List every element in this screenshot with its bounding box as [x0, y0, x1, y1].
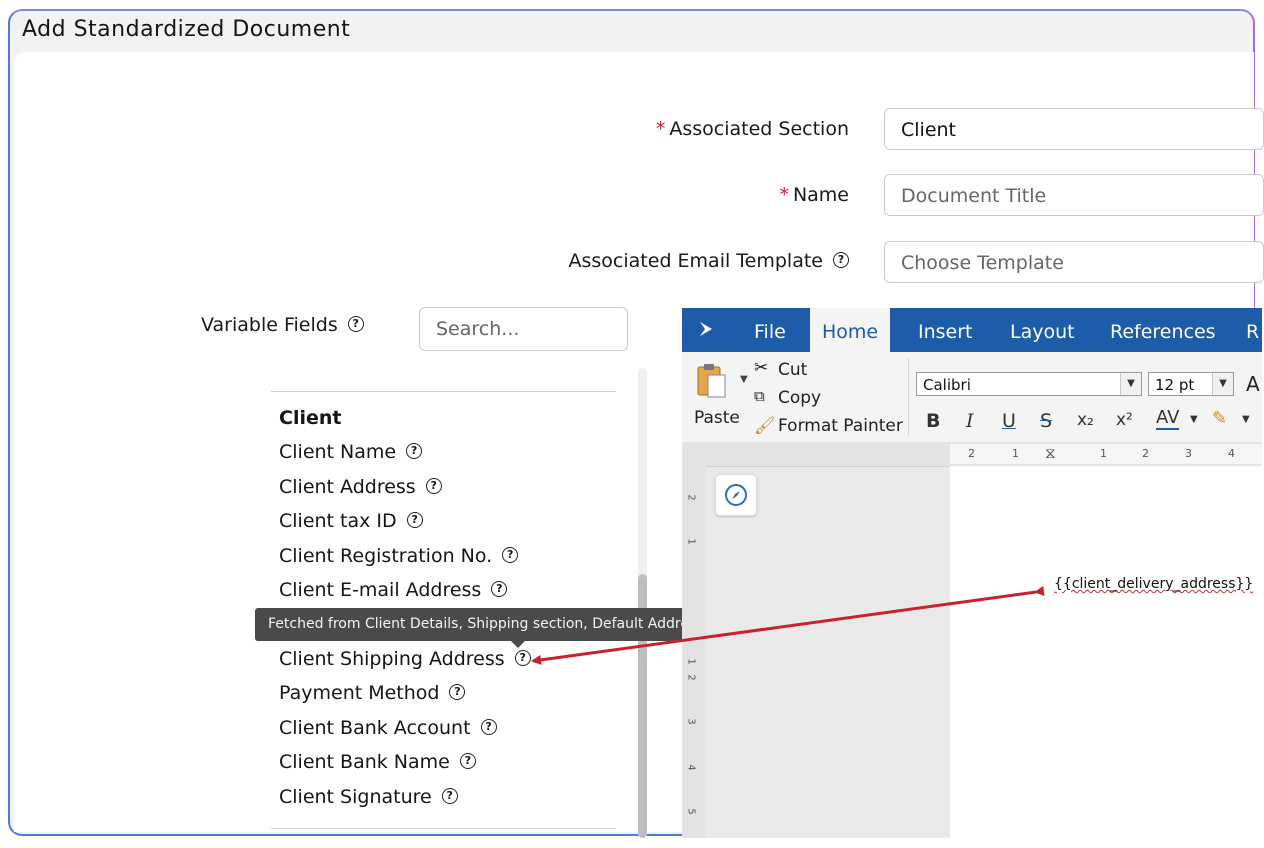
associated-section-select[interactable]: Client: [884, 108, 1264, 150]
font-size-select[interactable]: 12 pt ▼: [1148, 372, 1234, 396]
required-mark: *: [779, 184, 789, 206]
chevron-down-icon: ▼: [1120, 373, 1141, 395]
help-icon[interactable]: ?: [449, 683, 466, 700]
chevron-down-icon[interactable]: ▼: [740, 374, 748, 385]
group-title: Client: [279, 407, 342, 429]
navigation-button[interactable]: [715, 474, 757, 516]
help-icon[interactable]: ?: [502, 546, 519, 563]
associated-section-label: * Associated Section: [655, 118, 849, 140]
bold-button[interactable]: B: [926, 410, 940, 432]
name-input[interactable]: Document Title: [884, 174, 1264, 216]
format-painter-icon[interactable]: 🖌: [754, 416, 776, 436]
variable-fields-label: Variable Fields?: [201, 314, 364, 336]
required-mark: *: [655, 118, 666, 140]
help-icon[interactable]: ?: [514, 649, 531, 666]
copy-icon[interactable]: ⧉: [754, 387, 765, 405]
form-panel: * Associated Section Client * Name Documen…: [14, 52, 1264, 838]
chevron-down-icon[interactable]: ▼: [1190, 414, 1198, 425]
help-icon[interactable]: ?: [441, 787, 458, 804]
help-icon[interactable]: ?: [406, 442, 423, 459]
help-icon[interactable]: ?: [480, 718, 497, 735]
help-icon[interactable]: ?: [406, 511, 423, 528]
indent-marker-icon[interactable]: ⧖: [1045, 444, 1056, 462]
tab-file[interactable]: File: [754, 308, 794, 352]
compass-icon: [725, 484, 747, 506]
app-logo-icon: [700, 322, 712, 336]
chevron-down-icon: ▼: [1212, 373, 1233, 395]
italic-button[interactable]: I: [966, 410, 974, 432]
list-item[interactable]: Client Name?: [279, 441, 423, 463]
subscript-button[interactable]: x₂: [1077, 410, 1094, 430]
email-template-label: Associated Email Template?: [569, 250, 849, 272]
tab-review[interactable]: R: [1246, 308, 1262, 352]
underline-button[interactable]: U: [1002, 410, 1016, 432]
superscript-button[interactable]: x²: [1116, 410, 1133, 430]
divider: [908, 358, 909, 436]
help-icon[interactable]: ?: [425, 477, 442, 494]
font-family-select[interactable]: Calibri ▼: [916, 372, 1142, 396]
variable-placeholder[interactable]: {{client_delivery_address}}: [1054, 576, 1253, 592]
grow-font-button[interactable]: A: [1246, 372, 1260, 396]
character-spacing-button[interactable]: AV: [1156, 408, 1180, 430]
list-item[interactable]: Client Address?: [279, 476, 442, 498]
tab-references[interactable]: References: [1110, 308, 1220, 352]
ribbon-tab-bar: File Home Insert Layout References R: [682, 308, 1262, 352]
help-icon[interactable]: ?: [491, 580, 508, 597]
divider: [271, 828, 616, 829]
highlighter-icon[interactable]: ✎: [1212, 408, 1227, 429]
list-item[interactable]: Client tax ID?: [279, 510, 423, 532]
help-icon[interactable]: ?: [347, 315, 364, 332]
cut-icon[interactable]: ✂: [754, 358, 768, 378]
vertical-ruler: 2 1 1 2 3 4 5: [682, 466, 706, 838]
dialog-title: Add Standardized Document: [22, 17, 351, 42]
help-icon[interactable]: ?: [459, 752, 476, 769]
list-item[interactable]: Client Signature?: [279, 786, 458, 808]
tab-home[interactable]: Home: [810, 308, 890, 352]
horizontal-ruler: 2 1 ⧖ 1 2 3 4: [682, 442, 1262, 467]
list-item[interactable]: Payment Method?: [279, 682, 466, 704]
list-item[interactable]: Client Registration No.?: [279, 545, 519, 567]
document-page[interactable]: [950, 466, 1262, 838]
divider: [271, 391, 616, 392]
cut-button[interactable]: Cut: [778, 360, 807, 380]
document-editor: File Home Insert Layout References R ▼ P…: [682, 308, 1262, 838]
list-item[interactable]: Client Shipping Address?: [279, 648, 531, 670]
chevron-down-icon[interactable]: ▼: [1242, 414, 1250, 425]
format-painter-button[interactable]: Format Painter: [778, 416, 903, 436]
list-item[interactable]: Client Bank Account?: [279, 717, 497, 739]
variable-search-input[interactable]: Search...: [419, 307, 628, 351]
help-icon[interactable]: ?: [833, 251, 849, 268]
tab-layout[interactable]: Layout: [1010, 308, 1080, 352]
list-item[interactable]: Client E-mail Address?: [279, 579, 508, 601]
tab-insert[interactable]: Insert: [918, 308, 978, 352]
name-label: * Name: [779, 184, 849, 206]
paste-icon[interactable]: [696, 362, 728, 400]
strikethrough-button[interactable]: S: [1040, 410, 1052, 432]
copy-button[interactable]: Copy: [778, 388, 821, 408]
email-template-select[interactable]: Choose Template: [884, 241, 1264, 283]
list-item[interactable]: Client Bank Name?: [279, 751, 476, 773]
paste-button[interactable]: Paste: [694, 408, 740, 428]
